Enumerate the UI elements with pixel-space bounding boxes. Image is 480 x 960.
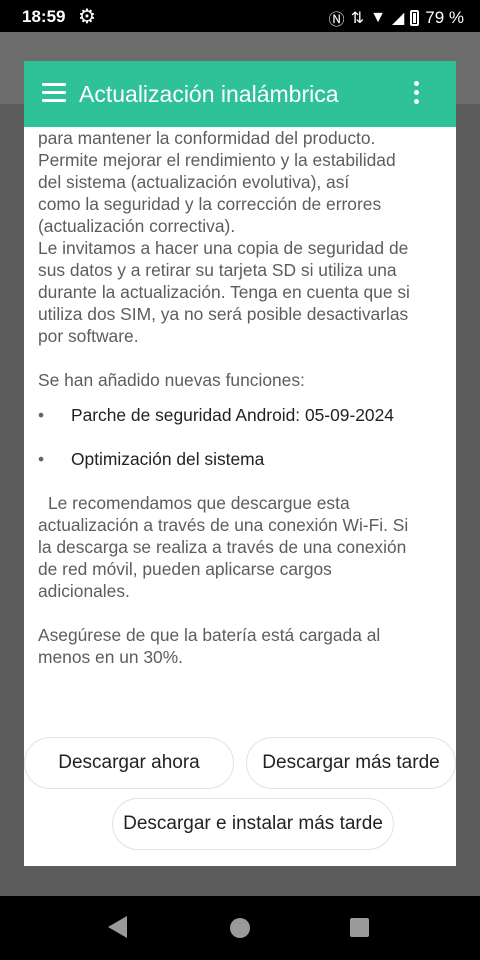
dialog-header: Actualización inalámbrica bbox=[24, 61, 456, 127]
battery-note: Asegúrese de que la batería está cargada… bbox=[38, 624, 448, 668]
list-item: • Parche de seguridad Android: 05-09-2024 bbox=[38, 404, 448, 426]
nfc-icon: Ⓝ bbox=[328, 12, 345, 29]
status-icons: Ⓝ ⇅ ▼ ◢ 79 % bbox=[329, 6, 464, 30]
text-line: Permite mejorar el rendimiento y la esta… bbox=[38, 150, 396, 170]
download-later-button[interactable]: Descargar más tarde bbox=[246, 737, 456, 789]
text-line: de red móvil, pueden aplicarse cargos bbox=[38, 559, 332, 579]
text-line: Le invitamos a hacer una copia de seguri… bbox=[38, 238, 409, 258]
text-line: sus datos y a retirar su tarjeta SD si u… bbox=[38, 260, 397, 280]
features-list: • Parche de seguridad Android: 05-09-2024… bbox=[38, 404, 448, 470]
dialog-title: Actualización inalámbrica bbox=[79, 81, 339, 107]
gear-icon: ⚙ bbox=[78, 6, 96, 28]
intro-text: para mantener la conformidad del product… bbox=[38, 127, 448, 347]
text-line: adicionales. bbox=[38, 581, 130, 601]
home-icon[interactable] bbox=[230, 918, 250, 938]
hamburger-icon[interactable] bbox=[42, 83, 66, 103]
wifi-icon: ▼ bbox=[370, 9, 386, 26]
features-heading: Se han añadido nuevas funciones: bbox=[38, 370, 305, 390]
text-line: del sistema (actualización evolutiva), a… bbox=[38, 172, 350, 192]
text-line: (actualización correctiva). bbox=[38, 216, 236, 236]
battery-percent: 79 % bbox=[425, 8, 464, 27]
text-line: por software. bbox=[38, 326, 139, 346]
status-bar: 18:59 ⚙ Ⓝ ⇅ ▼ ◢ 79 % bbox=[0, 0, 480, 32]
download-now-button[interactable]: Descargar ahora bbox=[24, 737, 234, 789]
text-line: menos en un 30%. bbox=[38, 647, 184, 667]
feature-text: Optimización del sistema bbox=[71, 449, 265, 469]
text-line: utiliza dos SIM, ya no será posible desa… bbox=[38, 304, 409, 324]
bullet-icon: • bbox=[38, 449, 45, 469]
signal-icon: ◢ bbox=[391, 10, 405, 27]
text-line: Le recomendamos que descargue esta bbox=[48, 493, 350, 513]
text-line: la descarga se realiza a través de una c… bbox=[38, 537, 407, 557]
update-dialog: Actualización inalámbrica para mantener … bbox=[24, 61, 456, 866]
text-line: Asegúrese de que la batería está cargada… bbox=[38, 625, 381, 645]
release-notes: para mantener la conformidad del product… bbox=[38, 127, 448, 668]
bullet-icon: • bbox=[38, 405, 45, 425]
vibrate-icon: ⇅ bbox=[350, 10, 365, 27]
text-line: para mantener la conformidad del product… bbox=[38, 128, 376, 148]
recents-icon[interactable] bbox=[350, 918, 369, 937]
text-line: actualización a través de una conexión W… bbox=[38, 515, 409, 535]
text-line: durante la actualización. Tenga en cuent… bbox=[38, 282, 410, 302]
feature-text: Parche de seguridad Android: 05-09-2024 bbox=[71, 405, 394, 425]
download-install-later-button[interactable]: Descargar e instalar más tarde bbox=[112, 798, 394, 850]
kebab-icon[interactable] bbox=[414, 81, 420, 108]
recommendation-text: Le recomendamos que descargue esta actua… bbox=[38, 492, 448, 602]
back-icon[interactable] bbox=[108, 916, 127, 938]
list-item: • Optimización del sistema bbox=[38, 448, 448, 470]
text-line: como la seguridad y la corrección de err… bbox=[38, 194, 382, 214]
status-time: 18:59 bbox=[22, 7, 66, 26]
battery-icon bbox=[410, 10, 420, 26]
navigation-bar bbox=[0, 896, 480, 960]
